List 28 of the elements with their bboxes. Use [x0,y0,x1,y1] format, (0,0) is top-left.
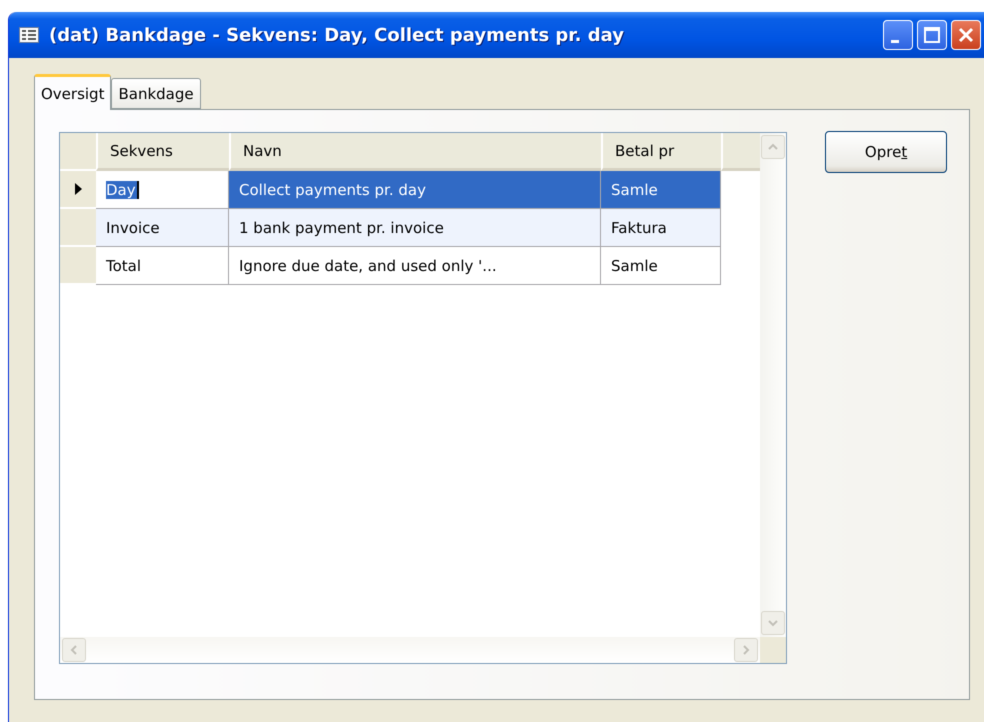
table-cell: Invoice [96,209,229,247]
form-icon [19,27,39,43]
horizontal-scrollbar[interactable] [60,637,760,663]
table-cell: Total [96,247,229,285]
table-cell: Samle [601,247,721,285]
table-cell: Ignore due date, and used only '... [229,247,601,285]
column-header[interactable]: Navn [229,133,601,171]
table-cell[interactable]: Day [96,171,229,209]
close-icon [957,26,975,44]
column-header [721,133,760,171]
window-title: (dat) Bankdage - Sekvens: Day, Collect payments pr. day [49,24,625,46]
table-cell: Faktura [601,209,721,247]
tab[interactable]: Bankdage [111,78,201,109]
create-button[interactable]: Opret [825,131,947,173]
close-button[interactable] [951,20,981,50]
vertical-scrollbar[interactable] [760,133,786,637]
minimize-icon [891,40,899,42]
minimize-button[interactable] [883,20,913,50]
table-cell: Samle [601,171,721,209]
table-cell: 1 bank payment pr. invoice [229,209,601,247]
table-cell: Collect payments pr. day [229,171,601,209]
column-header[interactable]: Sekvens [96,133,229,171]
maximize-button[interactable] [917,20,947,50]
maximize-icon [923,26,941,44]
row-header[interactable] [60,171,96,209]
tab[interactable]: Oversigt [34,74,112,110]
column-header[interactable]: Betal pr [601,133,721,171]
scrollbar-corner [760,637,786,663]
